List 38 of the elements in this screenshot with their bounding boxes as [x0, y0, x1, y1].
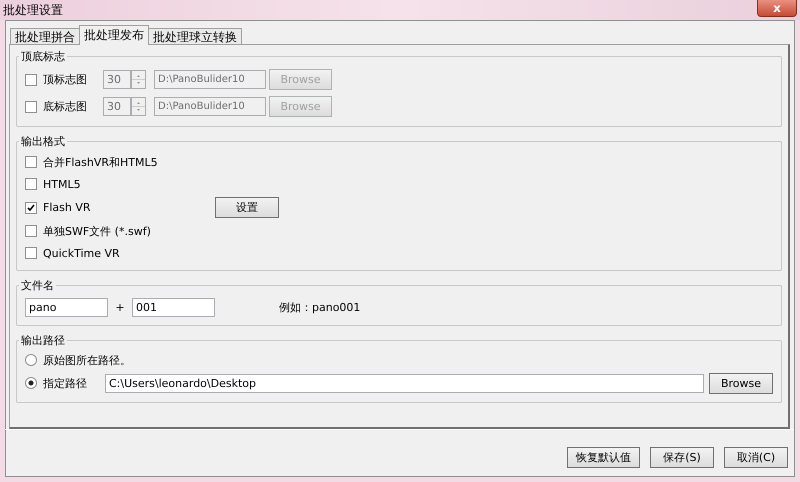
example-text: 例如：pano001	[279, 300, 360, 314]
radio-dot-icon	[28, 380, 34, 386]
settings-button[interactable]: 设置	[215, 197, 279, 218]
checkbox-label: 底标志图	[43, 99, 88, 114]
checkbox-label: QuickTime VR	[43, 246, 120, 260]
radio-label: 原始图所在路径。	[43, 352, 131, 368]
check-mark-icon	[27, 204, 35, 212]
checkbox-label: HTML5	[43, 178, 81, 190]
group-title: 输出路径	[20, 333, 66, 348]
browse-button[interactable]: Browse	[709, 372, 773, 394]
radio-label: 指定路径	[43, 376, 88, 390]
tab[interactable]: 批处理发布	[79, 25, 149, 45]
window-title: 批处理设置	[3, 2, 63, 18]
dialog-button[interactable]: 恢复默认值	[567, 446, 640, 468]
prefix-field[interactable]: pano	[25, 298, 108, 316]
path-field[interactable]: C:\Users\leonardo\Desktop	[105, 374, 704, 392]
checkbox-label: Flash VR	[43, 201, 92, 214]
checkbox[interactable]	[25, 178, 37, 190]
checkbox-label: 单独SWF文件 (*.swf)	[43, 224, 151, 238]
tab[interactable]: 批处理拼合	[10, 28, 80, 45]
checkbox-label: 顶标志图	[43, 72, 88, 87]
suffix-field[interactable]: 001	[132, 298, 215, 316]
checkbox[interactable]	[25, 225, 37, 237]
checkbox[interactable]	[25, 156, 37, 168]
plus-sign: +	[114, 300, 126, 314]
radio-button[interactable]	[25, 377, 37, 389]
group-title: 顶底标志	[20, 49, 66, 64]
checkbox-label: 合并FlashVR和HTML5	[43, 154, 158, 170]
spinner-arrows-icon[interactable]	[131, 97, 146, 116]
group-title: 文件名	[20, 278, 55, 293]
group-title: 输出格式	[20, 134, 66, 149]
spinner-arrows-icon[interactable]	[131, 70, 146, 89]
dialog-button[interactable]: 取消(C)	[724, 446, 788, 468]
checkbox[interactable]	[25, 202, 37, 214]
radio-button[interactable]	[25, 354, 37, 366]
dialog-button[interactable]: 保存(S)	[650, 446, 714, 468]
tab[interactable]: 批处理球立转换	[148, 28, 242, 45]
checkbox[interactable]	[25, 247, 37, 259]
